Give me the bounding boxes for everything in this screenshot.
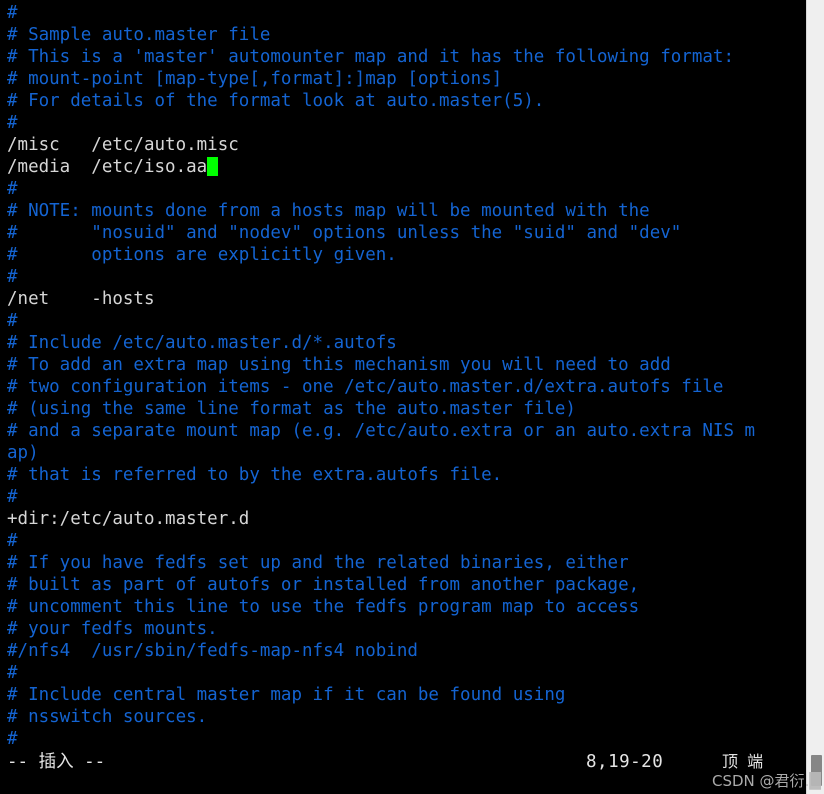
line-text: #/nfs4 /usr/sbin/fedfs-map-nfs4 nobind — [7, 641, 418, 661]
buffer-line[interactable]: # — [7, 178, 806, 200]
buffer-line[interactable]: # NOTE: mounts done from a hosts map wil… — [7, 200, 806, 222]
line-text: # — [7, 113, 18, 133]
line-text: # Sample auto.master file — [7, 25, 271, 45]
buffer-line[interactable]: /misc /etc/auto.misc — [7, 134, 806, 156]
buffer-line[interactable]: # Sample auto.master file — [7, 24, 806, 46]
terminal-screen: # # Sample auto.master file # This is a 'm… — [0, 0, 824, 794]
line-text: # built as part of autofs or installed f… — [7, 575, 640, 595]
line-text: # This is a 'master' automounter map and… — [7, 47, 734, 67]
line-text: /net -hosts — [7, 289, 155, 309]
buffer-line[interactable]: # that is referred to by the extra.autof… — [7, 464, 806, 486]
buffer-line[interactable]: # To add an extra map using this mechani… — [7, 354, 806, 376]
line-text: # "nosuid" and "nodev" options unless th… — [7, 223, 682, 243]
buffer-line[interactable]: # — [7, 2, 806, 24]
line-text: # — [7, 663, 18, 683]
line-text: # Include central master map if it can b… — [7, 685, 566, 705]
buffer-line[interactable]: # built as part of autofs or installed f… — [7, 574, 806, 596]
line-text: # options are explicitly given. — [7, 245, 397, 265]
line-text: # For details of the format look at auto… — [7, 91, 545, 111]
line-text: # — [7, 179, 18, 199]
line-text: # NOTE: mounts done from a hosts map wil… — [7, 201, 650, 221]
buffer-line[interactable]: # — [7, 310, 806, 332]
line-text: # uncomment this line to use the fedfs p… — [7, 597, 640, 617]
vertical-scrollbar[interactable] — [806, 0, 824, 794]
buffer-line[interactable]: # "nosuid" and "nodev" options unless th… — [7, 222, 806, 244]
line-text: # — [7, 311, 18, 331]
buffer-line[interactable]: /net -hosts — [7, 288, 806, 310]
line-text: # If you have fedfs set up and the relat… — [7, 553, 629, 573]
vim-editor-pane[interactable]: # # Sample auto.master file # This is a 'm… — [0, 0, 806, 794]
line-text: # — [7, 487, 18, 507]
line-text: # — [7, 531, 18, 551]
file-buffer[interactable]: # # Sample auto.master file # This is a 'm… — [7, 2, 806, 750]
csdn-watermark: CSDN @君衍.█ — [712, 772, 821, 790]
buffer-line[interactable]: # Include central master map if it can b… — [7, 684, 806, 706]
line-text: # — [7, 3, 18, 23]
line-text: # two configuration items - one /etc/aut… — [7, 377, 724, 397]
buffer-line[interactable]: # two configuration items - one /etc/aut… — [7, 376, 806, 398]
buffer-line[interactable]: # — [7, 530, 806, 552]
buffer-line[interactable]: # uncomment this line to use the fedfs p… — [7, 596, 806, 618]
line-text: # and a separate mount map (e.g. /etc/au… — [7, 421, 756, 441]
line-text: # (using the same line format as the aut… — [7, 399, 576, 419]
cursor-position-ruler: 8,19-20 — [586, 752, 664, 772]
vim-status-line: -- 插入 -- 8,19-20 顶 端 — [0, 750, 806, 774]
buffer-line[interactable]: # nsswitch sources. — [7, 706, 806, 728]
buffer-line[interactable]: /media /etc/iso.aa — [7, 156, 806, 178]
line-text: # nsswitch sources. — [7, 707, 208, 727]
buffer-line[interactable]: # — [7, 486, 806, 508]
buffer-line[interactable]: # mount-point [map-type[,format]:]map [o… — [7, 68, 806, 90]
line-text: # — [7, 267, 18, 287]
buffer-line[interactable]: # — [7, 728, 806, 750]
buffer-line[interactable]: # — [7, 662, 806, 684]
buffer-line[interactable]: # your fedfs mounts. — [7, 618, 806, 640]
buffer-line[interactable]: #/nfs4 /usr/sbin/fedfs-map-nfs4 nobind — [7, 640, 806, 662]
line-text: # mount-point [map-type[,format]:]map [o… — [7, 69, 503, 89]
buffer-line[interactable]: # and a separate mount map (e.g. /etc/au… — [7, 420, 806, 442]
line-text: # To add an extra map using this mechani… — [7, 355, 671, 375]
line-text: /misc /etc/auto.misc — [7, 135, 239, 155]
line-text: # your fedfs mounts. — [7, 619, 218, 639]
buffer-line[interactable]: # — [7, 112, 806, 134]
line-text: +dir:/etc/auto.master.d — [7, 509, 250, 529]
line-text: /media /etc/iso.aa — [7, 157, 208, 177]
buffer-line[interactable]: ap) — [7, 442, 806, 464]
buffer-line[interactable]: # For details of the format look at auto… — [7, 90, 806, 112]
text-cursor — [207, 157, 219, 176]
buffer-line[interactable]: # If you have fedfs set up and the relat… — [7, 552, 806, 574]
buffer-line[interactable]: # Include /etc/auto.master.d/*.autofs — [7, 332, 806, 354]
line-text: # — [7, 729, 18, 749]
line-text: # that is referred to by the extra.autof… — [7, 465, 503, 485]
mode-indicator: -- 插入 -- — [7, 752, 106, 772]
buffer-line[interactable]: # This is a 'master' automounter map and… — [7, 46, 806, 68]
buffer-line[interactable]: # — [7, 266, 806, 288]
line-text: ap) — [7, 443, 39, 463]
buffer-line[interactable]: # (using the same line format as the aut… — [7, 398, 806, 420]
buffer-line[interactable]: # options are explicitly given. — [7, 244, 806, 266]
buffer-line[interactable]: +dir:/etc/auto.master.d — [7, 508, 806, 530]
line-text: # Include /etc/auto.master.d/*.autofs — [7, 333, 397, 353]
